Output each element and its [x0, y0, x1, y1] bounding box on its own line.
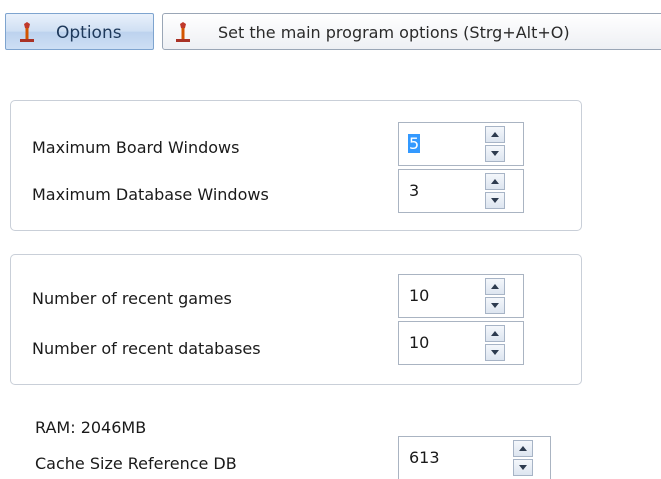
max-board-windows-label: Maximum Board Windows [32, 138, 240, 157]
spinner-down-button[interactable] [485, 344, 505, 361]
spinner-down-button[interactable] [485, 145, 505, 162]
max-database-windows-value[interactable]: 3 [409, 181, 419, 200]
spinner-up-button[interactable] [485, 325, 505, 342]
recent-databases-value[interactable]: 10 [409, 333, 429, 352]
recent-games-label: Number of recent games [32, 289, 232, 308]
arrow-up-icon [491, 331, 499, 336]
arrow-up-icon [519, 446, 527, 451]
max-board-windows-spinner[interactable]: 5 [398, 122, 524, 166]
recent-group: Number of recent games 10 Number of rece… [10, 254, 582, 385]
arrow-up-icon [491, 284, 499, 289]
arrow-down-icon [491, 151, 499, 156]
arrow-down-icon [519, 465, 527, 470]
arrow-down-icon [491, 303, 499, 308]
spinner-down-button[interactable] [485, 297, 505, 314]
arrow-down-icon [491, 350, 499, 355]
windows-group: Maximum Board Windows 5 Maximum Database… [10, 100, 582, 231]
recent-databases-spinner[interactable]: 10 [398, 321, 524, 365]
recent-games-value[interactable]: 10 [409, 286, 429, 305]
options-tooltip: Set the main program options (Strg+Alt+O… [162, 13, 661, 50]
wrench-icon [20, 22, 34, 42]
options-button[interactable]: Options [5, 13, 154, 50]
spinner-up-button[interactable] [485, 278, 505, 295]
wrench-icon [176, 22, 190, 42]
spinner-down-button[interactable] [513, 459, 533, 476]
arrow-up-icon [491, 132, 499, 137]
spinner-down-button[interactable] [485, 192, 505, 209]
spinner-up-button[interactable] [485, 173, 505, 190]
recent-games-spinner[interactable]: 10 [398, 274, 524, 318]
recent-databases-label: Number of recent databases [32, 339, 261, 358]
cache-size-spinner[interactable]: 613 [398, 436, 551, 479]
arrow-down-icon [491, 198, 499, 203]
spinner-up-button[interactable] [485, 126, 505, 143]
cache-size-label: Cache Size Reference DB [35, 454, 237, 473]
spinner-up-button[interactable] [513, 440, 533, 457]
max-board-windows-value[interactable]: 5 [408, 134, 421, 153]
options-window: Options Set the main program options (St… [0, 0, 661, 479]
cache-size-value[interactable]: 613 [409, 448, 440, 467]
arrow-up-icon [491, 179, 499, 184]
tooltip-text: Set the main program options (Strg+Alt+O… [218, 23, 570, 42]
options-button-label: Options [56, 23, 122, 43]
ram-label: RAM: 2046MB [35, 418, 147, 437]
max-database-windows-label: Maximum Database Windows [32, 185, 269, 204]
max-database-windows-spinner[interactable]: 3 [398, 169, 524, 213]
